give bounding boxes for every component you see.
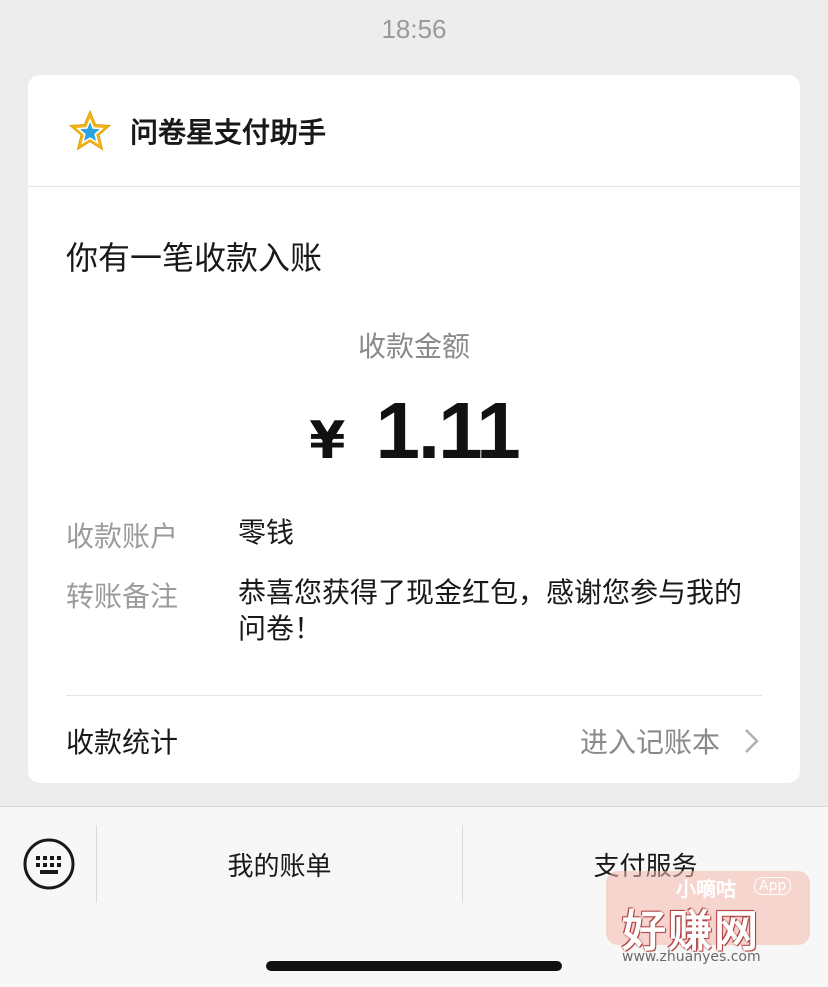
stats-label: 收款统计 bbox=[66, 726, 179, 759]
card-header[interactable]: 问卷星支付助手 bbox=[28, 75, 800, 187]
divider bbox=[66, 695, 762, 696]
amount-label: 收款金额 bbox=[357, 330, 470, 363]
watermark-domain: www.zhuanyes.com bbox=[622, 949, 761, 965]
status-time: 18:56 bbox=[381, 14, 447, 44]
stats-row[interactable]: 收款统计 进入记账本 bbox=[66, 721, 762, 761]
detail-row-account: 收款账户 零钱 bbox=[66, 515, 766, 555]
detail-value: 恭喜您获得了现金红包，感谢您参与我的问卷！ bbox=[238, 576, 743, 645]
keyboard-icon[interactable] bbox=[22, 837, 76, 891]
chevron-right-icon bbox=[745, 729, 759, 753]
bottom-menu-bar: 我的账单 支付服务 小嘀咕 App 好赚网 www.zhuanyes.com bbox=[0, 806, 828, 987]
payment-notification-card[interactable]: 问卷星支付助手 你有一笔收款入账 收款金额 ¥ 1.11 收款账户 零钱 转账备… bbox=[28, 75, 800, 783]
currency-symbol: ¥ bbox=[309, 411, 346, 471]
watermark-main: 好赚网 bbox=[622, 906, 760, 957]
home-indicator[interactable] bbox=[266, 961, 562, 971]
amount-display: ¥ 1.11 bbox=[28, 385, 800, 477]
menu-item-my-bills[interactable]: 我的账单 bbox=[97, 825, 462, 903]
amount-value: 1.11 bbox=[375, 386, 520, 475]
detail-label: 收款账户 bbox=[66, 520, 179, 553]
ledger-link[interactable]: 进入记账本 bbox=[580, 721, 762, 761]
star-logo-icon bbox=[68, 109, 112, 151]
notification-headline: 你有一笔收款入账 bbox=[66, 239, 323, 277]
detail-value: 零钱 bbox=[238, 516, 295, 549]
menu-item-payment-services[interactable]: 支付服务 bbox=[463, 825, 828, 903]
account-name: 问卷星支付助手 bbox=[130, 115, 327, 149]
detail-row-remark: 转账备注 恭喜您获得了现金红包，感谢您参与我的问卷！ bbox=[66, 575, 766, 647]
detail-label: 转账备注 bbox=[66, 580, 179, 613]
ledger-link-label: 进入记账本 bbox=[579, 726, 720, 759]
